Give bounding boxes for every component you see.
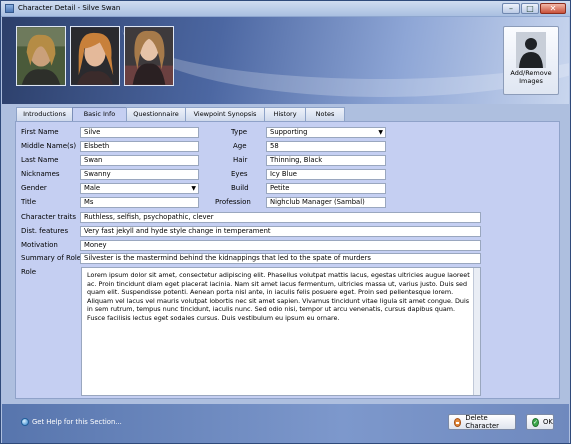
build-label: Build: [231, 184, 249, 192]
add-remove-images-label: Add/Remove Images: [510, 69, 552, 85]
dist-features-label: Dist. features: [21, 227, 69, 235]
footer-bar: Get Help for this Section... Delete Char…: [2, 404, 569, 443]
last-name-label: Last Name: [21, 156, 59, 164]
tab-basic-info[interactable]: Basic Info: [72, 107, 127, 122]
age-label: Age: [233, 142, 247, 150]
summary-of-role-field[interactable]: Silvester is the mastermind behind the k…: [80, 253, 481, 264]
tab-questionnaire[interactable]: Questionnaire: [126, 107, 186, 121]
delete-character-label: Delete Character: [465, 414, 499, 430]
nicknames-label: Nicknames: [21, 170, 60, 178]
first-name-field[interactable]: Silve: [80, 127, 199, 138]
eyes-label: Eyes: [231, 170, 248, 178]
eyes-field[interactable]: Icy Blue: [266, 169, 386, 180]
motivation-field[interactable]: Money: [80, 240, 481, 251]
maximize-button[interactable]: □: [521, 3, 539, 14]
title-field[interactable]: Ms: [80, 197, 199, 208]
type-select[interactable]: Supporting ▼: [266, 127, 386, 138]
window-title: Character Detail - Silve Swan: [18, 4, 121, 12]
close-button[interactable]: ✕: [540, 3, 566, 14]
middle-names-field[interactable]: Elsbeth: [80, 141, 199, 152]
gender-label: Gender: [21, 184, 47, 192]
check-icon: ✓: [532, 417, 540, 427]
role-scrollbar[interactable]: [473, 268, 480, 395]
photo-3-image: [125, 27, 173, 85]
window-controls: – □ ✕: [502, 3, 566, 14]
header-decoration: [122, 17, 569, 97]
chevron-down-icon: ▼: [191, 185, 196, 192]
delete-icon: [454, 417, 462, 427]
ok-button[interactable]: ✓ OK: [526, 414, 554, 430]
character-photo-1[interactable]: [16, 26, 66, 86]
nicknames-field[interactable]: Swanny: [80, 169, 199, 180]
tab-history[interactable]: History: [264, 107, 306, 121]
chevron-down-icon: ▼: [378, 129, 383, 136]
character-traits-label: Character traits: [21, 213, 77, 221]
first-name-label: First Name: [21, 128, 59, 136]
character-photo-3[interactable]: [124, 26, 174, 86]
hair-label: Hair: [233, 156, 248, 164]
tab-notes[interactable]: Notes: [305, 107, 345, 121]
help-label: Get Help for this Section...: [32, 418, 122, 426]
role-textarea[interactable]: Lorem ipsum dolor sit amet, consectetur …: [81, 267, 481, 396]
character-detail-window: Character Detail - Silve Swan – □ ✕ Add/…: [0, 0, 571, 444]
basic-info-panel: First Name Silve Middle Name(s) Elsbeth …: [15, 121, 560, 399]
gender-value: Male: [84, 184, 101, 192]
help-link[interactable]: Get Help for this Section...: [21, 418, 122, 426]
dist-features-field[interactable]: Very fast jekyll and hyde style change i…: [80, 226, 481, 237]
role-label: Role: [21, 268, 37, 276]
profession-label: Profession: [215, 198, 251, 206]
photo-2-image: [71, 27, 119, 85]
ok-label: OK: [543, 418, 553, 426]
app-icon: [5, 4, 14, 13]
hair-field[interactable]: Thinning, Black: [266, 155, 386, 166]
images-header: Add/Remove Images: [2, 17, 569, 104]
motivation-label: Motivation: [21, 241, 58, 249]
tab-bar: Introductions Basic Info Questionnaire V…: [16, 107, 345, 122]
character-photo-2[interactable]: [70, 26, 120, 86]
title-bar[interactable]: Character Detail - Silve Swan – □ ✕: [1, 1, 570, 17]
profession-field[interactable]: Nighclub Manager (Sambal): [266, 197, 386, 208]
minimize-button[interactable]: –: [502, 3, 520, 14]
middle-names-label: Middle Name(s): [21, 142, 77, 150]
person-silhouette-icon: [516, 32, 546, 68]
build-field[interactable]: Petite: [266, 183, 386, 194]
type-label: Type: [231, 128, 248, 136]
help-icon: [21, 418, 29, 426]
tab-viewpoint-synopsis[interactable]: Viewpoint Synopsis: [185, 107, 265, 121]
character-traits-field[interactable]: Ruthless, selfish, psychopathic, clever: [80, 212, 481, 223]
last-name-field[interactable]: Swan: [80, 155, 199, 166]
tab-introductions[interactable]: Introductions: [16, 107, 73, 121]
add-remove-images-button[interactable]: Add/Remove Images: [503, 26, 559, 95]
delete-character-button[interactable]: Delete Character: [448, 414, 516, 430]
summary-of-role-label: Summary of Role: [21, 254, 82, 262]
age-field[interactable]: 58: [266, 141, 386, 152]
type-value: Supporting: [270, 128, 308, 136]
title-label: Title: [21, 198, 37, 206]
gender-select[interactable]: Male ▼: [80, 183, 199, 194]
photo-1-image: [17, 27, 65, 85]
role-text: Lorem ipsum dolor sit amet, consectetur …: [87, 271, 470, 322]
